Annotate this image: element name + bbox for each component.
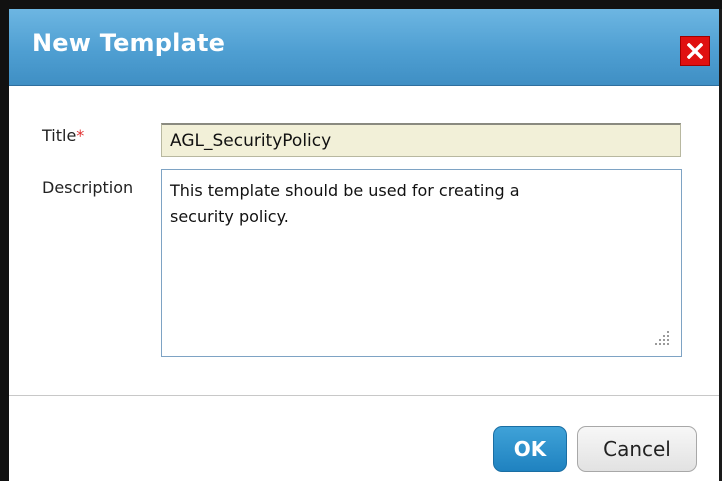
dialog-title: New Template (32, 29, 226, 57)
title-label-text: Title (42, 126, 77, 145)
background-edge-top (0, 0, 722, 9)
footer-divider (9, 395, 719, 396)
cancel-button[interactable]: Cancel (577, 426, 697, 472)
resize-grip-icon[interactable] (651, 327, 673, 349)
dialog-titlebar[interactable]: New Template (9, 9, 719, 86)
title-input[interactable] (161, 123, 681, 157)
description-label: Description (42, 178, 134, 197)
background-edge-left (0, 0, 9, 481)
required-mark: * (76, 126, 85, 145)
ok-button[interactable]: OK (493, 426, 567, 472)
title-label: Title* (42, 126, 84, 145)
description-textarea[interactable]: This template should be used for creatin… (161, 169, 682, 357)
new-template-dialog: New Template Title* Description This tem… (9, 9, 722, 481)
screen: New Template Title* Description This tem… (0, 0, 722, 481)
close-button[interactable] (680, 36, 710, 66)
close-icon (687, 43, 703, 59)
